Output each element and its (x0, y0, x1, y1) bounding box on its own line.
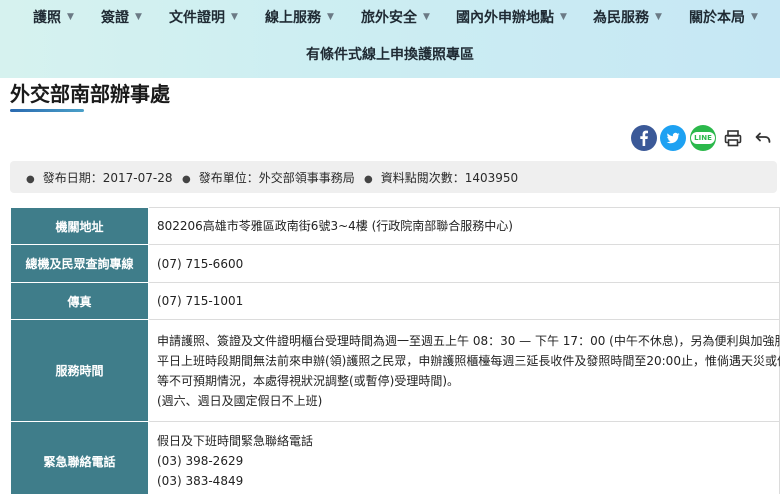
service-hours-value: 申請護照、簽證及文件證明櫃台受理時間為週一至週五上午 08：30 — 下午 17… (148, 319, 780, 422)
service-hours-line: 申請護照、簽證及文件證明櫃台受理時間為週一至週五上午 08：30 — 下午 17… (157, 333, 780, 348)
table-row-service-hours: 服務時間 申請護照、簽證及文件證明櫃台受理時間為週一至週五上午 08：30 — … (10, 319, 780, 422)
main-menu: 護照 ▼ 簽證 ▼ 文件證明 ▼ 線上服務 ▼ 旅外安全 ▼ 國內外申辦地點 ▼… (0, 0, 780, 34)
line-icon[interactable]: LINE (690, 125, 716, 151)
chevron-down-icon: ▼ (135, 12, 142, 22)
emergency-phone-2: (03) 383-4849 (157, 474, 244, 488)
address-label: 機關地址 (10, 207, 149, 245)
office-info-table: 機關地址 802206高雄市苓雅區政南街6號3~4樓 (行政院南部聯合服務中心)… (10, 207, 780, 494)
fax-label: 傳真 (10, 282, 149, 320)
meta-info-bar: ● 發布日期：2017-07-28 ● 發布單位：外交部領事事務局 ● 資料點閱次數：… (10, 161, 777, 193)
emergency-phone-1: (03) 398-2629 (157, 454, 244, 468)
view-count-text: 資料點閱次數：1403950 (380, 171, 519, 185)
nav-item-label: 護照 (33, 10, 61, 26)
table-row-phone: 總機及民眾查詢專線 (07) 715-6600 (10, 244, 780, 283)
service-hours-line: (週六、週日及國定假日不上班) (157, 393, 323, 408)
emergency-value: 假日及下班時間緊急聯絡電話 (03) 398-2629 (03) 383-484… (148, 421, 780, 494)
fax-value: (07) 715-1001 (148, 282, 780, 320)
publish-date: ● 發布日期：2017-07-28 (26, 169, 172, 186)
chevron-down-icon: ▼ (560, 12, 567, 22)
table-row-address: 機關地址 802206高雄市苓雅區政南街6號3~4樓 (行政院南部聯合服務中心) (10, 207, 780, 245)
nav-item-label: 線上服務 (265, 10, 321, 26)
nav-item-label: 為民服務 (593, 10, 649, 26)
service-hours-line: 等不可預期情況，本處得視狀況調整(或暫停)受理時間)。 (157, 373, 460, 388)
publisher: ● 發布單位：外交部領事事務局 (182, 169, 355, 186)
chevron-down-icon: ▼ (423, 12, 430, 22)
phone-label: 總機及民眾查詢專線 (10, 244, 149, 283)
nav-item-online-services[interactable]: 線上服務 ▼ (265, 6, 334, 28)
bullet-icon: ● (26, 174, 35, 185)
view-count: ● 資料點閱次數：1403950 (364, 169, 518, 186)
chevron-down-icon: ▼ (231, 12, 238, 22)
emergency-label: 緊急聯絡電話 (10, 421, 149, 494)
nav-item-label: 旅外安全 (361, 10, 417, 26)
page-title: 外交部南部辦事處 (10, 82, 170, 106)
nav-item-public-services[interactable]: 為民服務 ▼ (593, 6, 662, 28)
nav-item-visa[interactable]: 簽證 ▼ (101, 6, 142, 28)
chevron-down-icon: ▼ (67, 12, 74, 22)
print-icon[interactable] (720, 125, 746, 151)
nav-item-passport[interactable]: 護照 ▼ (33, 6, 74, 28)
chevron-down-icon: ▼ (751, 12, 758, 22)
title-underline (10, 109, 84, 112)
address-value: 802206高雄市苓雅區政南街6號3~4樓 (行政院南部聯合服務中心) (148, 207, 780, 245)
publisher-text: 發布單位：外交部領事事務局 (198, 171, 355, 185)
nav-item-label: 關於本局 (689, 10, 745, 26)
nav-item-label: 簽證 (101, 10, 129, 26)
back-icon[interactable] (750, 125, 776, 151)
nav-item-about[interactable]: 關於本局 ▼ (689, 6, 758, 28)
emergency-line: 假日及下班時間緊急聯絡電話 (157, 434, 314, 448)
service-hours-label: 服務時間 (10, 319, 149, 422)
twitter-icon[interactable] (660, 125, 686, 151)
bullet-icon: ● (182, 174, 191, 185)
nav-item-label: 文件證明 (169, 10, 225, 26)
top-navigation: 護照 ▼ 簽證 ▼ 文件證明 ▼ 線上服務 ▼ 旅外安全 ▼ 國內外申辦地點 ▼… (0, 0, 780, 78)
facebook-icon[interactable] (631, 125, 657, 151)
nav-item-travel-safety[interactable]: 旅外安全 ▼ (361, 6, 430, 28)
table-row-fax: 傳真 (07) 715-1001 (10, 282, 780, 320)
nav-item-documents[interactable]: 文件證明 ▼ (169, 6, 238, 28)
nav-item-label: 國內外申辦地點 (456, 10, 554, 26)
nav-item-locations[interactable]: 國內外申辦地點 ▼ (456, 6, 567, 28)
line-icon-text: LINE (691, 132, 715, 144)
chevron-down-icon: ▼ (655, 12, 662, 22)
service-hours-line: 平日上班時段期間無法前來申辦(領)護照之民眾，申辦護照櫃檯每週三延長收件及發照時… (157, 353, 780, 368)
phone-value: (07) 715-6600 (148, 244, 780, 283)
bullet-icon: ● (364, 174, 373, 185)
chevron-down-icon: ▼ (327, 12, 334, 22)
online-passport-renewal-link[interactable]: 有條件式線上申換護照專區 (0, 44, 780, 64)
publish-date-text: 發布日期：2017-07-28 (42, 171, 173, 185)
table-row-emergency: 緊急聯絡電話 假日及下班時間緊急聯絡電話 (03) 398-2629 (03) … (10, 421, 780, 494)
